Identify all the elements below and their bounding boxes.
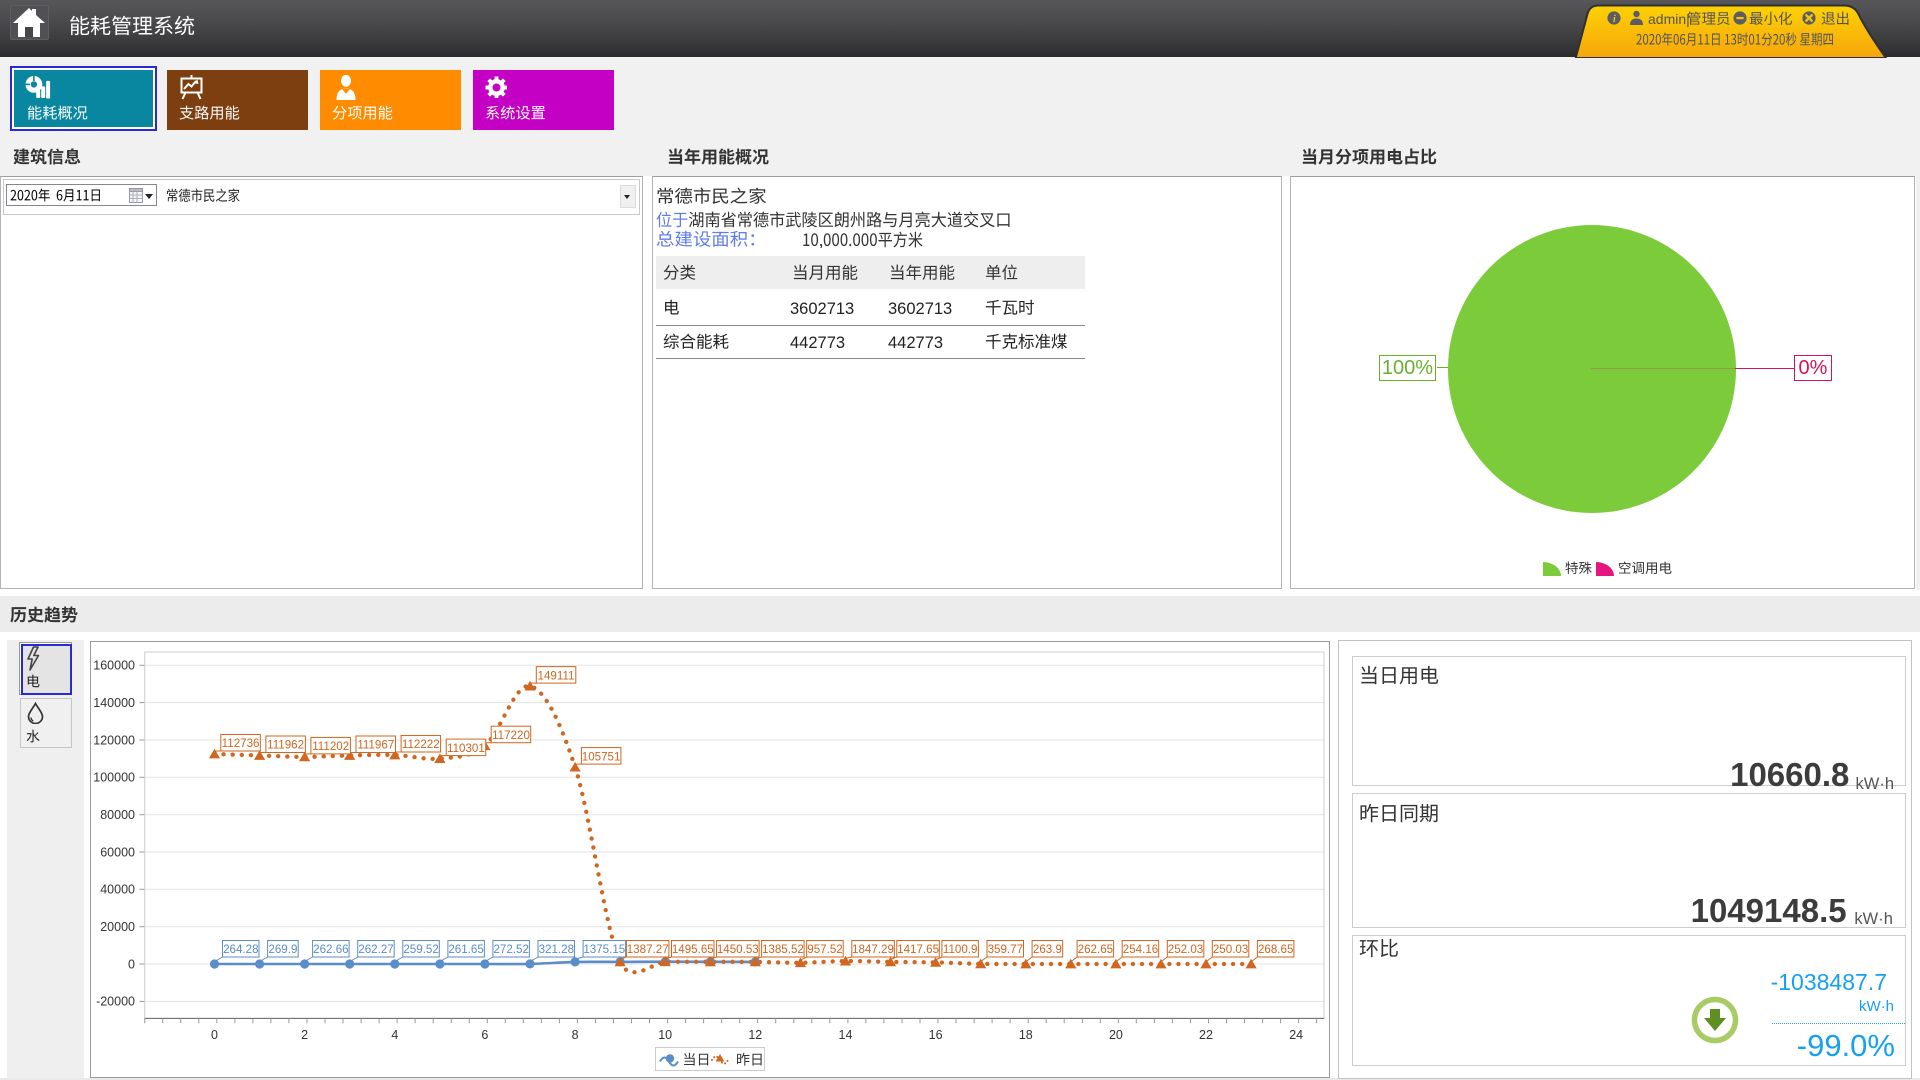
svg-text:4: 4 — [391, 1028, 398, 1042]
svg-text:1450.53: 1450.53 — [717, 943, 759, 956]
svg-text:0: 0 — [211, 1028, 218, 1042]
svg-text:269.9: 269.9 — [268, 943, 297, 956]
svg-text:60000: 60000 — [100, 845, 135, 859]
svg-text:6: 6 — [481, 1028, 488, 1042]
svg-text:264.28: 264.28 — [223, 943, 258, 956]
svg-text:100000: 100000 — [93, 771, 135, 785]
svg-text:252.03: 252.03 — [1168, 943, 1203, 956]
svg-text:12: 12 — [748, 1028, 762, 1042]
svg-text:1385.52: 1385.52 — [762, 943, 804, 956]
svg-text:272.52: 272.52 — [493, 943, 528, 956]
svg-text:16: 16 — [929, 1028, 943, 1042]
svg-text:268.65: 268.65 — [1258, 943, 1293, 956]
svg-text:262.65: 262.65 — [1078, 943, 1113, 956]
svg-text:24: 24 — [1289, 1028, 1303, 1042]
svg-text:160000: 160000 — [93, 659, 135, 673]
svg-text:1495.65: 1495.65 — [672, 943, 714, 956]
svg-text:-20000: -20000 — [96, 995, 135, 1009]
svg-text:20000: 20000 — [100, 920, 135, 934]
svg-text:1100.9: 1100.9 — [943, 943, 978, 956]
svg-text:40000: 40000 — [100, 883, 135, 897]
svg-text:111967: 111967 — [357, 739, 394, 752]
svg-text:8: 8 — [572, 1028, 579, 1042]
svg-text:14: 14 — [839, 1028, 853, 1042]
svg-text:957.52: 957.52 — [807, 943, 842, 956]
svg-text:112736: 112736 — [222, 737, 260, 750]
svg-text:18: 18 — [1019, 1028, 1033, 1042]
svg-text:1387.27: 1387.27 — [627, 943, 669, 956]
svg-text:22: 22 — [1199, 1028, 1213, 1042]
svg-text:250.03: 250.03 — [1213, 943, 1248, 956]
svg-text:140000: 140000 — [93, 696, 135, 710]
svg-text:2: 2 — [301, 1028, 308, 1042]
svg-text:263.9: 263.9 — [1033, 943, 1062, 956]
svg-text:149111: 149111 — [538, 669, 575, 682]
svg-text:10: 10 — [658, 1028, 672, 1042]
svg-text:321.28: 321.28 — [539, 943, 574, 956]
svg-text:i: i — [1613, 14, 1616, 25]
svg-text:262.66: 262.66 — [313, 943, 348, 956]
svg-text:105751: 105751 — [582, 750, 621, 763]
svg-text:120000: 120000 — [93, 733, 135, 747]
svg-text:0: 0 — [128, 957, 135, 971]
svg-text:1417.65: 1417.65 — [897, 943, 939, 956]
svg-text:262.27: 262.27 — [358, 943, 393, 956]
svg-text:359.77: 359.77 — [988, 943, 1023, 956]
svg-text:110301: 110301 — [447, 742, 485, 755]
svg-text:261.65: 261.65 — [448, 943, 483, 956]
svg-text:111962: 111962 — [267, 739, 304, 752]
svg-text:259.52: 259.52 — [403, 943, 438, 956]
svg-text:254.16: 254.16 — [1123, 943, 1158, 956]
svg-text:112222: 112222 — [402, 738, 440, 751]
svg-text:80000: 80000 — [100, 808, 135, 822]
svg-text:117220: 117220 — [492, 729, 530, 742]
svg-text:111202: 111202 — [312, 740, 349, 753]
svg-text:20: 20 — [1109, 1028, 1123, 1042]
svg-text:1375.15: 1375.15 — [583, 943, 625, 956]
svg-text:1847.29: 1847.29 — [852, 943, 894, 956]
